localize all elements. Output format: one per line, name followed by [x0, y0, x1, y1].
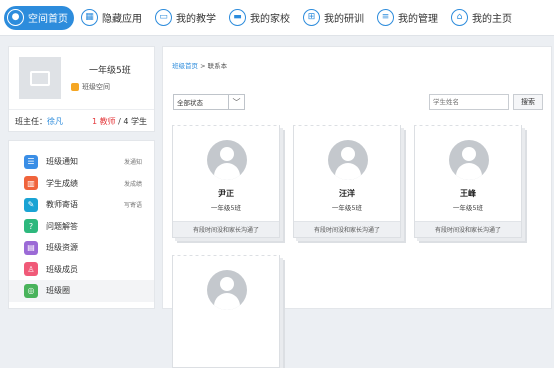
- person-icon: ●: [7, 9, 24, 26]
- member-counts: 1 教师 / 4 学生: [92, 116, 147, 127]
- menu-student-grades[interactable]: ▥ 学生成绩 发成绩: [9, 173, 154, 195]
- top-navigation: ● 空间首页 ▦ 隐藏应用 ▭ 我的教学 ▬ 我的家校 ⊞ 我的研训 ≡ 我的管…: [0, 0, 554, 36]
- nav-hidden-apps[interactable]: ▦ 隐藏应用: [78, 6, 148, 30]
- class-space-label: 班级空间: [82, 83, 110, 91]
- student-count: 4 学生: [123, 117, 147, 126]
- head-teacher-label: 班主任：: [15, 117, 47, 126]
- nav-label: 隐藏应用: [102, 14, 142, 25]
- nav-management[interactable]: ≡ 我的管理: [374, 6, 444, 30]
- student-name: 汪洋: [339, 189, 355, 198]
- nav-label: 我的研训: [324, 14, 364, 25]
- members-icon: ♙: [24, 262, 38, 277]
- class-menu: ☰ 班级通知 发通知 ▥ 学生成绩 发成绩 ✎ 教师寄语 写寄语 ? 问题解答 …: [8, 140, 155, 309]
- nav-home-school[interactable]: ▬ 我的家校: [226, 6, 296, 30]
- menu-class-notice[interactable]: ☰ 班级通知 发通知: [9, 151, 154, 173]
- contact-status: 有段时间没和家长沟通了: [173, 221, 279, 237]
- nav-space-home[interactable]: ● 空间首页: [4, 5, 74, 30]
- student-card[interactable]: 尹正 一年级5班 有段时间没和家长沟通了: [172, 123, 280, 238]
- bar-chart-icon: ▥: [24, 176, 38, 191]
- class-space-icon: [71, 83, 79, 91]
- search-button[interactable]: 搜索: [513, 94, 543, 110]
- class-space-link[interactable]: 班级空间: [71, 82, 110, 92]
- menu-label: 班级通知: [46, 157, 78, 167]
- student-avatar-icon: [328, 140, 368, 180]
- menu-action[interactable]: 发成绩: [124, 179, 142, 188]
- card-perforation: [173, 123, 279, 129]
- screen-icon: ▬: [229, 9, 246, 26]
- menu-action[interactable]: 写寄语: [124, 200, 142, 209]
- menu-class-members[interactable]: ♙ 班级成员: [9, 259, 154, 281]
- status-filter-select[interactable]: 全部状态 ﹀: [173, 94, 245, 110]
- student-name: 王峰: [460, 189, 476, 198]
- class-name: 一年级5班: [89, 66, 131, 76]
- student-avatar-icon: [207, 270, 247, 310]
- card-perforation: [294, 123, 400, 129]
- doc-icon: ≡: [377, 9, 394, 26]
- nav-label: 我的管理: [398, 14, 438, 25]
- menu-class-resources[interactable]: ▤ 班级资源: [9, 237, 154, 259]
- menu-teacher-message[interactable]: ✎ 教师寄语 写寄语: [9, 194, 154, 216]
- message-icon: ✎: [24, 197, 38, 212]
- student-card[interactable]: [172, 253, 280, 368]
- class-avatar[interactable]: [19, 57, 61, 99]
- question-icon: ?: [24, 219, 38, 234]
- nav-research[interactable]: ⊞ 我的研训: [300, 6, 370, 30]
- divider: [9, 109, 154, 110]
- menu-class-circle[interactable]: ◎ 班级圈: [9, 280, 154, 302]
- menu-label: 问题解答: [46, 221, 78, 231]
- circle-icon: ◎: [24, 283, 38, 298]
- apps-icon: ⊞: [303, 9, 320, 26]
- breadcrumb-home[interactable]: 班级首页: [172, 62, 198, 70]
- menu-label: 班级成员: [46, 264, 78, 274]
- class-info-card: 一年级5班 班级空间 班主任：徐凡 1 教师 / 4 学生: [8, 46, 155, 132]
- nav-my-teaching[interactable]: ▭ 我的教学: [152, 6, 222, 30]
- menu-label: 班级圈: [46, 286, 70, 296]
- nav-label: 空间首页: [28, 14, 68, 25]
- student-class: 一年级5班: [331, 204, 363, 212]
- student-card[interactable]: 王峰 一年级5班 有段时间没和家长沟通了: [414, 123, 522, 238]
- card-perforation: [173, 253, 279, 259]
- nav-label: 我的教学: [176, 14, 216, 25]
- status-filter-value: 全部状态: [177, 99, 203, 107]
- head-teacher: 班主任：徐凡: [15, 116, 63, 127]
- contact-status: 有段时间没和家长沟通了: [415, 221, 521, 237]
- student-card[interactable]: 汪洋 一年级5班 有段时间没和家长沟通了: [293, 123, 401, 238]
- student-search: 搜索: [429, 94, 543, 110]
- notice-icon: ☰: [24, 154, 38, 169]
- student-name: 尹正: [218, 189, 234, 198]
- menu-qa[interactable]: ? 问题解答: [9, 216, 154, 238]
- menu-label: 教师寄语: [46, 200, 78, 210]
- breadcrumb-sep: >: [198, 62, 208, 70]
- student-avatar-icon: [207, 140, 247, 180]
- grid-icon: ▦: [81, 9, 98, 26]
- student-class: 一年级5班: [452, 204, 484, 212]
- resource-icon: ▤: [24, 240, 38, 255]
- student-avatar-icon: [449, 140, 489, 180]
- nav-label: 我的主页: [472, 14, 512, 25]
- contact-status: 有段时间没和家长沟通了: [294, 221, 400, 237]
- menu-label: 班级资源: [46, 243, 78, 253]
- breadcrumb-current: 联系本: [207, 62, 228, 70]
- contact-book-panel: 班级首页 > 联系本 全部状态 ﹀ 搜索 尹正 一年级5班 有段时间没和家长沟通…: [162, 46, 552, 368]
- nav-my-homepage[interactable]: ⌂ 我的主页: [448, 6, 518, 30]
- student-name-input[interactable]: [429, 94, 509, 110]
- student-class: 一年级5班: [210, 204, 242, 212]
- menu-label: 学生成绩: [46, 178, 78, 188]
- breadcrumb: 班级首页 > 联系本: [172, 60, 227, 70]
- nav-label: 我的家校: [250, 14, 290, 25]
- menu-action[interactable]: 发通知: [124, 157, 142, 166]
- board-icon: ▭: [155, 9, 172, 26]
- card-perforation: [415, 123, 521, 129]
- chevron-down-icon: ﹀: [228, 95, 244, 109]
- head-teacher-name[interactable]: 徐凡: [47, 117, 63, 126]
- home-icon: ⌂: [451, 9, 468, 26]
- teacher-count: 1 教师: [91, 117, 116, 126]
